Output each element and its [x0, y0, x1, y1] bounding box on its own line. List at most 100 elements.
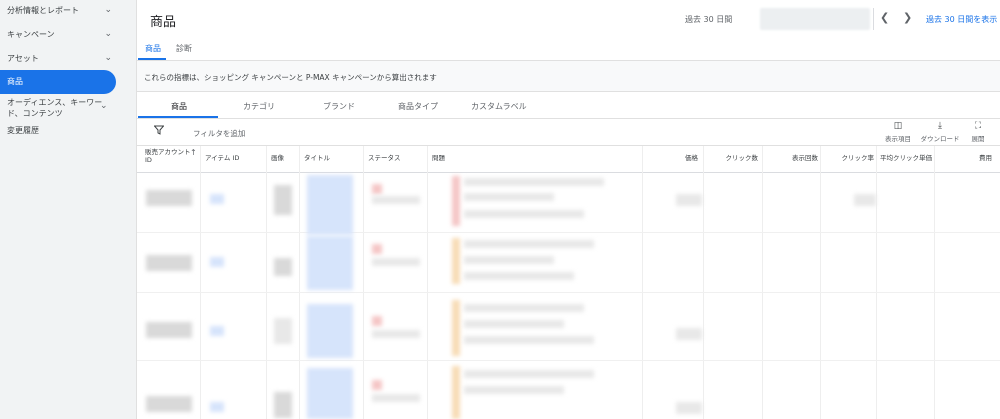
subtab-custom-label[interactable]: カスタムラベル	[471, 101, 527, 112]
product-image	[274, 185, 292, 215]
redacted-cell	[464, 178, 604, 186]
sidebar-item-label: 商品	[7, 77, 23, 86]
divider	[427, 146, 428, 419]
column-header-merchant-id[interactable]: 販売アカウント ID	[145, 148, 193, 164]
sidebar-item-label: キャンペーン	[7, 30, 55, 39]
fullscreen-icon: ⛶	[974, 121, 982, 131]
column-header-image[interactable]: 画像	[271, 152, 284, 162]
product-image	[274, 318, 292, 344]
columns-button[interactable]: ◫ 表示項目	[876, 121, 920, 143]
redacted-cell	[372, 196, 420, 204]
redacted-cell	[464, 370, 594, 378]
table-row[interactable]	[137, 232, 1000, 233]
add-filter-button[interactable]: フィルタを追加	[193, 128, 245, 139]
chevron-down-icon: ⌄	[104, 53, 112, 63]
redacted-cell	[464, 386, 564, 394]
redacted-cell	[210, 257, 224, 267]
column-header-item-id[interactable]: アイテム ID	[205, 152, 239, 162]
status-badge	[372, 316, 382, 326]
divider	[876, 146, 877, 419]
sidebar-item-campaigns[interactable]: キャンペーン ⌄	[0, 29, 120, 40]
tab-products[interactable]: 商品	[145, 43, 161, 54]
show-previous-link[interactable]: 過去 30 日間を表示	[926, 14, 997, 25]
column-header-title[interactable]: タイトル	[304, 152, 330, 162]
redacted-cell	[452, 366, 460, 419]
subtab-product-type[interactable]: 商品タイプ	[398, 101, 438, 112]
page-title: 商品	[150, 15, 177, 30]
redacted-cell	[464, 320, 564, 328]
column-header-clicks[interactable]: クリック数	[708, 152, 759, 162]
divider	[703, 146, 704, 419]
redacted-cell	[452, 300, 460, 356]
column-header-avg-cpc[interactable]: 平均クリック単価	[872, 152, 932, 162]
redacted-cell	[307, 175, 353, 235]
filter-icon[interactable]	[153, 125, 165, 138]
redacted-cell	[372, 330, 420, 338]
status-badge	[372, 244, 382, 254]
redacted-cell	[452, 176, 460, 226]
divider	[137, 118, 1000, 119]
sidebar-item-insights-reports[interactable]: 分析情報とレポート ⌄	[0, 5, 120, 16]
divider	[363, 146, 364, 419]
expand-button[interactable]: ⛶ 展開	[956, 121, 1000, 143]
sidebar-item-audiences[interactable]: オーディエンス、キーワード、コンテンツ	[0, 97, 105, 119]
redacted-cell	[146, 190, 192, 206]
chevron-left-icon[interactable]: ❮	[880, 11, 889, 24]
redacted-cell	[210, 326, 224, 336]
chevron-down-icon: ⌄	[104, 5, 112, 15]
redacted-cell	[452, 238, 460, 284]
column-header-price[interactable]: 価格	[650, 152, 698, 162]
divider	[762, 146, 763, 419]
column-header-status[interactable]: ステータス	[368, 152, 401, 162]
tab-diagnostics[interactable]: 診断	[176, 43, 192, 54]
sidebar-item-assets[interactable]: アセット ⌄	[0, 53, 120, 64]
column-header-ctr[interactable]: クリック率	[824, 152, 875, 162]
chevron-down-icon: ⌄	[100, 101, 108, 111]
sidebar-item-label: オーディエンス、キーワード、コンテンツ	[7, 98, 103, 118]
column-header-issues[interactable]: 問題	[432, 152, 445, 162]
divider	[820, 146, 821, 419]
status-badge	[372, 184, 382, 194]
redacted-cell	[464, 256, 554, 264]
redacted-cell	[676, 328, 702, 340]
columns-label: 表示項目	[885, 135, 911, 143]
date-range-picker[interactable]	[760, 8, 870, 30]
info-banner-text: これらの指標は、ショッピング キャンペーンと P-MAX キャンペーンから算出さ…	[144, 73, 437, 82]
download-label: ダウンロード	[920, 135, 960, 143]
redacted-cell	[464, 304, 584, 312]
sidebar-item-products[interactable]: 商品	[0, 70, 116, 94]
redacted-cell	[372, 394, 420, 402]
divider	[299, 146, 300, 419]
divider	[200, 146, 201, 419]
redacted-cell	[676, 402, 702, 414]
product-image	[274, 258, 292, 276]
table-row[interactable]	[137, 360, 1000, 361]
redacted-cell	[307, 304, 353, 358]
redacted-cell	[146, 255, 192, 271]
table-row[interactable]	[137, 292, 1000, 293]
arrow-up-icon[interactable]: ↑	[190, 148, 197, 157]
chevron-right-icon[interactable]: ❯	[903, 11, 912, 24]
status-badge	[372, 380, 382, 390]
redacted-cell	[307, 236, 353, 290]
expand-label: 展開	[971, 135, 985, 143]
redacted-cell	[676, 194, 702, 206]
subtab-products[interactable]: 商品	[171, 101, 187, 112]
redacted-cell	[307, 368, 353, 419]
date-range-label: 過去 30 日間	[685, 15, 733, 24]
sidebar-item-label: 変更履歴	[7, 126, 39, 135]
sidebar-item-label: 分析情報とレポート	[7, 6, 79, 15]
divider	[266, 146, 267, 419]
subtab-category[interactable]: カテゴリ	[243, 101, 275, 112]
redacted-cell	[464, 336, 594, 344]
column-header-cost[interactable]: 費用	[940, 152, 992, 162]
divider	[934, 146, 935, 419]
redacted-cell	[372, 258, 420, 266]
redacted-cell	[464, 272, 574, 280]
columns-icon: ◫	[893, 121, 903, 131]
sidebar-item-change-history[interactable]: 変更履歴	[0, 125, 120, 136]
sidebar-item-label: アセット	[7, 54, 39, 63]
subtab-brand[interactable]: ブランド	[323, 101, 355, 112]
column-header-impressions[interactable]: 表示回数	[768, 152, 818, 162]
redacted-cell	[854, 194, 876, 206]
